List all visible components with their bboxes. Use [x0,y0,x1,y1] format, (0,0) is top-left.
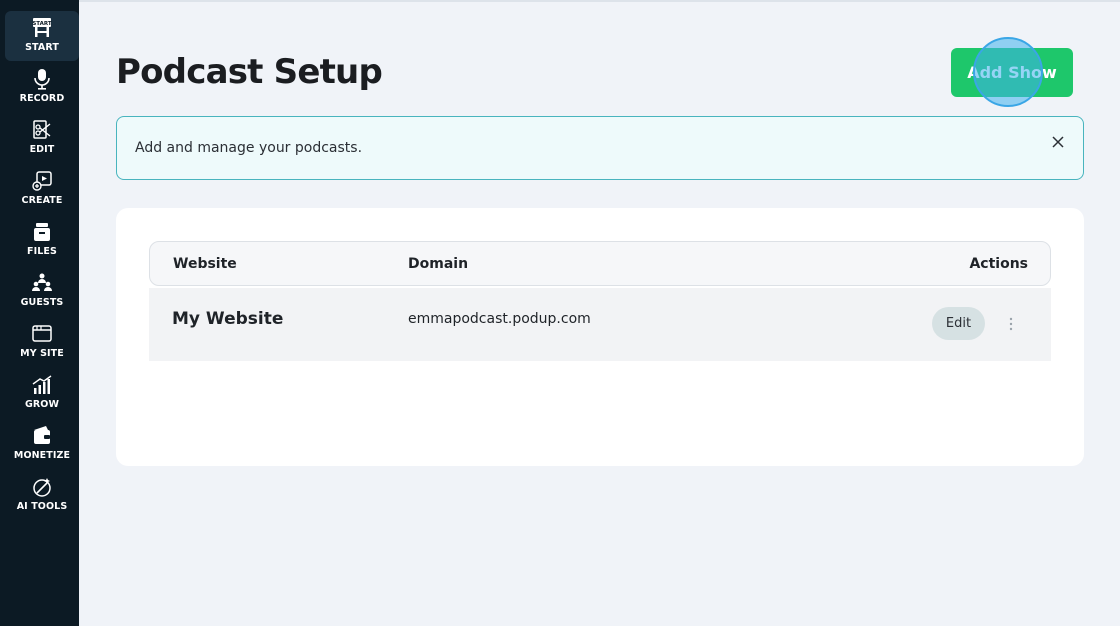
my-site-icon [32,325,52,342]
edit-button[interactable]: Edit [932,307,985,340]
sidebar-item-record[interactable]: RECORD [5,62,79,112]
sidebar-item-create[interactable]: CREATE [5,164,79,214]
top-divider [79,0,1120,2]
sidebar-item-label: MONETIZE [13,450,71,461]
sidebar-item-guests[interactable]: GUESTS [5,266,79,316]
sidebar-item-monetize[interactable]: MONETIZE [5,419,79,469]
edit-icon [33,120,51,139]
sidebar-item-label: FILES [27,246,57,257]
info-banner: Add and manage your podcasts. [116,116,1084,180]
sidebar-item-files[interactable]: FILES [5,215,79,265]
sidebar-item-label: GUESTS [20,297,64,308]
ai-tools-icon [33,478,51,497]
sidebar-item-label: MY SITE [20,348,64,359]
website-name: My Website [172,309,284,329]
guests-icon [32,273,52,291]
grow-icon [32,375,52,394]
table-row: My Website emmapodcast.podup.com Edit [149,288,1051,361]
sidebar-item-label: EDIT [29,144,55,155]
start-icon: START [32,18,52,37]
sidebar-item-start[interactable]: START START [5,11,79,61]
create-icon [32,171,52,191]
sidebar: START START RECORD EDIT CREATE FILES GUE… [0,0,79,626]
sidebar-item-grow[interactable]: GROW [5,368,79,418]
sidebar-item-label: AI TOOLS [16,501,68,512]
podcasts-card: Website Domain Actions My Website emmapo… [116,208,1084,466]
website-domain: emmapodcast.podup.com [408,311,591,327]
sidebar-item-edit[interactable]: EDIT [5,113,79,163]
column-header-actions: Actions [969,256,1028,272]
sidebar-item-label: START [25,42,59,53]
table-header: Website Domain Actions [149,241,1051,286]
add-show-button[interactable]: Add Show [951,48,1073,97]
more-vertical-icon[interactable] [1001,310,1021,338]
banner-text: Add and manage your podcasts. [135,140,363,156]
microphone-icon [34,69,50,90]
sidebar-item-ai-tools[interactable]: AI TOOLS [5,470,79,520]
column-header-website: Website [173,256,237,272]
close-icon[interactable] [1047,131,1069,153]
sidebar-item-label: GROW [24,399,60,410]
sidebar-item-label: RECORD [19,93,65,104]
page-title: Podcast Setup [116,52,383,92]
monetize-icon [34,426,50,444]
svg-text:START: START [32,21,52,27]
sidebar-item-my-site[interactable]: MY SITE [5,317,79,367]
column-header-domain: Domain [408,256,469,272]
sidebar-item-label: CREATE [21,195,63,206]
files-icon [34,223,50,241]
